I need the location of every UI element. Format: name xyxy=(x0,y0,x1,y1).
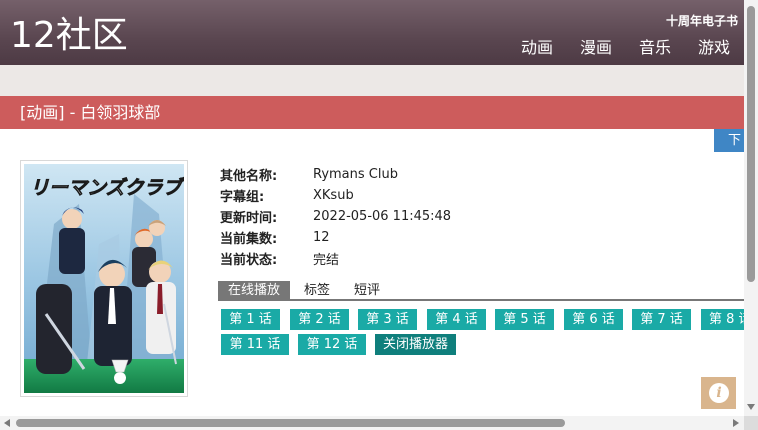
site-header: 12社区 十周年电子书 动画 漫画 音乐 游戏 xyxy=(0,0,744,65)
info-row-updated: 更新时间: 2022-05-06 11:45:48 xyxy=(220,206,451,227)
scroll-left-arrow-icon[interactable] xyxy=(4,419,10,427)
info-row-subgroup: 字幕组: XKsub xyxy=(220,185,451,206)
info-widget-button[interactable]: i xyxy=(701,377,736,409)
info-label: 字幕组: xyxy=(220,190,265,205)
episode-button[interactable]: 第 3 话 xyxy=(358,309,417,330)
vertical-scrollbar[interactable] xyxy=(744,0,758,416)
ebook-link[interactable]: 十周年电子书 xyxy=(666,14,738,28)
horizontal-scroll-thumb[interactable] xyxy=(16,419,565,427)
content-tabs: 在线播放 标签 短评 xyxy=(218,281,744,301)
episode-button[interactable]: 第 4 话 xyxy=(427,309,486,330)
info-icon: i xyxy=(709,383,729,403)
main-nav: 动画 漫画 音乐 游戏 xyxy=(521,38,730,58)
nav-item-games[interactable]: 游戏 xyxy=(698,38,730,58)
tab-tags[interactable]: 标签 xyxy=(294,281,340,300)
poster-image: リーマンズクラブ xyxy=(24,164,184,393)
episode-button[interactable]: 第 5 话 xyxy=(495,309,554,330)
scroll-down-arrow-icon[interactable] xyxy=(747,404,755,410)
episode-button[interactable]: 第 1 话 xyxy=(221,309,280,330)
info-label: 当前状态: xyxy=(220,253,278,268)
poster-title: リーマンズクラブ xyxy=(30,177,184,199)
scrollbar-corner xyxy=(744,416,758,430)
nav-item-anime[interactable]: 动画 xyxy=(521,38,553,58)
horizontal-scrollbar[interactable] xyxy=(0,416,744,430)
header-band xyxy=(0,65,744,96)
site-logo[interactable]: 12社区 xyxy=(10,14,128,58)
episode-button[interactable]: 第 12 话 xyxy=(298,334,366,355)
nav-item-music[interactable]: 音乐 xyxy=(639,38,671,58)
poster-frame: リーマンズクラブ xyxy=(20,160,188,397)
info-label: 当前集数: xyxy=(220,232,278,247)
info-value: Rymans Club xyxy=(313,167,398,182)
info-row-episodes: 当前集数: 12 xyxy=(220,227,451,248)
info-value: 12 xyxy=(313,230,330,245)
info-label: 更新时间: xyxy=(220,211,278,226)
tab-online-play[interactable]: 在线播放 xyxy=(218,281,291,300)
close-player-button[interactable]: 关闭播放器 xyxy=(375,334,456,355)
episode-button[interactable]: 第 2 话 xyxy=(290,309,349,330)
info-value: 完结 xyxy=(313,253,340,268)
info-row-alias: 其他名称: Rymans Club xyxy=(220,164,451,185)
page-title-bar: [动画] - 白领羽球部 xyxy=(0,96,744,129)
nav-item-manga[interactable]: 漫画 xyxy=(580,38,612,58)
info-list: 其他名称: Rymans Club 字幕组: XKsub 更新时间: 2022-… xyxy=(220,164,451,269)
page-title: [动画] - 白领羽球部 xyxy=(20,103,161,122)
episode-button[interactable]: 第 11 话 xyxy=(221,334,289,355)
scroll-right-arrow-icon[interactable] xyxy=(733,419,739,427)
info-value: XKsub xyxy=(313,188,354,203)
tab-reviews[interactable]: 短评 xyxy=(344,281,390,300)
vertical-scroll-thumb[interactable] xyxy=(747,6,755,282)
info-label: 其他名称: xyxy=(220,169,278,184)
episode-button[interactable]: 第 6 话 xyxy=(564,309,623,330)
download-button[interactable]: 下 xyxy=(714,129,744,152)
page: 12社区 十周年电子书 动画 漫画 音乐 游戏 [动画] - 白领羽球部 下 リ… xyxy=(0,0,758,430)
poster-illustration: リーマンズクラブ xyxy=(24,164,184,393)
info-row-status: 当前状态: 完结 xyxy=(220,248,451,269)
info-value: 2022-05-06 11:45:48 xyxy=(313,209,452,224)
episode-button[interactable]: 第 7 话 xyxy=(632,309,691,330)
